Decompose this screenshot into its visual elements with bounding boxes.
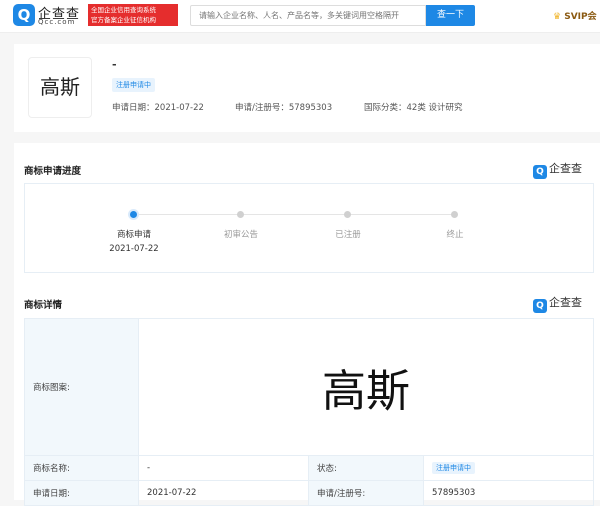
regno-label: 申请/注册号:: [308, 480, 424, 506]
svip-link[interactable]: ♛ SVIP会: [553, 9, 597, 22]
qcc-logo-icon: Q: [533, 299, 547, 313]
name-label: 商标名称:: [24, 455, 139, 481]
date-value: 2021-07-22: [138, 480, 309, 506]
status-label: 状态:: [308, 455, 424, 481]
trademark-title: -: [112, 58, 117, 71]
step-registered: 已注册: [335, 230, 361, 240]
step-dot: [237, 211, 244, 218]
top-header: Q 企查查 Qcc.com 全国企业信用查询系统 官方备案企业征信机构 查一下 …: [0, 0, 600, 33]
status-cell: 注册申请中: [423, 455, 594, 481]
search-button[interactable]: 查一下: [426, 5, 475, 26]
date-label: 申请日期:: [24, 480, 139, 506]
badge-line1: 全国企业信用查询系统: [91, 6, 156, 14]
pattern-label: 商标图案:: [24, 318, 139, 456]
reg-number: 申请/注册号：57895303: [235, 103, 333, 113]
step-prelim: 初审公告: [223, 230, 258, 240]
credit-badge: 全国企业信用查询系统 官方备案企业征信机构: [88, 4, 178, 26]
step-dot: [344, 211, 351, 218]
status-badge: 注册申请中: [432, 462, 475, 474]
svip-label: SVIP会: [564, 12, 597, 22]
brand-mark: Q 企查查: [533, 160, 582, 179]
intl-class: 国际分类：42类 设计研究: [364, 103, 463, 113]
pattern-image: 高斯: [138, 318, 594, 456]
apply-date: 申请日期：2021-07-22: [112, 103, 204, 113]
step-dot-active: [130, 211, 137, 218]
step-dot: [451, 211, 458, 218]
summary-card: [14, 44, 600, 132]
step-apply: 商标申请 2021-07-22: [109, 230, 159, 254]
crown-icon: ♛: [553, 12, 562, 22]
regno-value: 57895303: [423, 480, 594, 506]
progress-line: [137, 214, 455, 215]
qcc-logo-icon[interactable]: Q: [13, 4, 35, 26]
details-title: 商标详情: [24, 300, 63, 311]
brand-mark: Q 企查查: [533, 294, 582, 313]
details-table: 商标图案: 高斯 商标名称: - 状态: 注册申请中 申请日期: 2021-07…: [24, 318, 594, 506]
trademark-thumbnail: 高斯: [28, 57, 92, 118]
progress-title: 商标申请进度: [24, 166, 82, 177]
badge-line2: 官方备案企业征信机构: [91, 16, 156, 24]
name-value: -: [138, 455, 309, 481]
status-badge: 注册申请中: [112, 78, 155, 92]
search-input[interactable]: [190, 5, 426, 26]
logo-url: Qcc.com: [38, 18, 76, 26]
step-terminated: 终止: [446, 230, 464, 240]
qcc-logo-icon: Q: [533, 165, 547, 179]
